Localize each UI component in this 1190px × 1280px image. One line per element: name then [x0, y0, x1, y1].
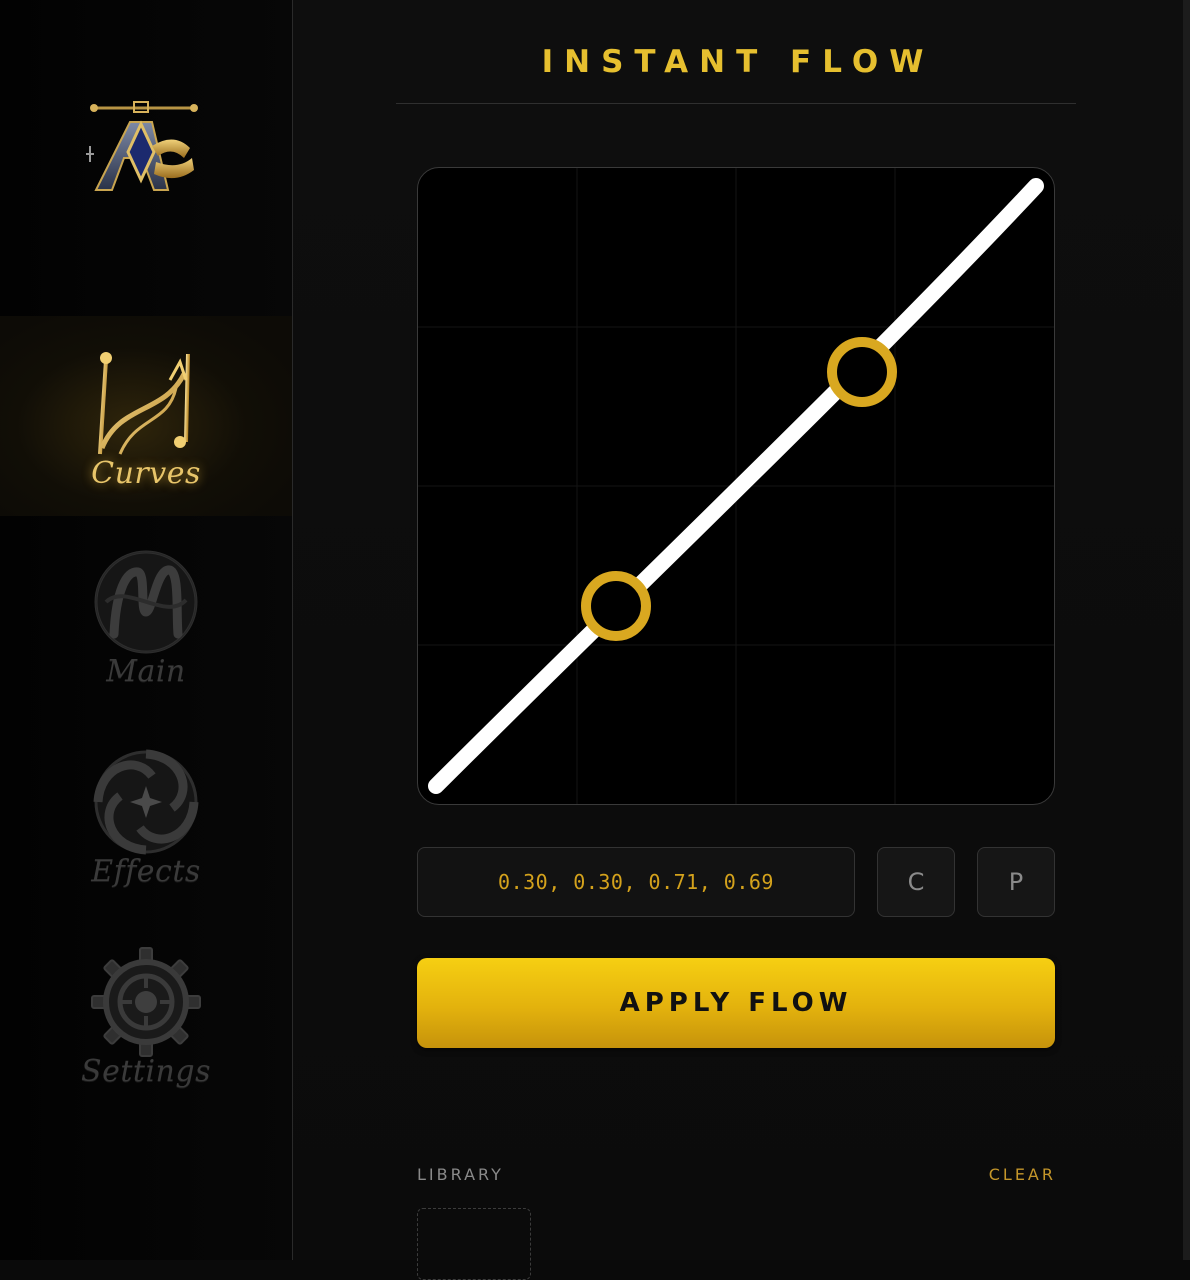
apply-flow-button[interactable]: APPLY FLOW [417, 958, 1055, 1048]
page-title: INSTANT FLOW [541, 44, 935, 80]
bezier-values-field[interactable]: 0.30, 0.30, 0.71, 0.69 [417, 847, 855, 917]
gear-icon [91, 947, 201, 1057]
main-monogram-icon [94, 550, 198, 654]
curve-editor[interactable] [417, 167, 1055, 805]
control-point-1-handle[interactable] [581, 571, 651, 641]
app-logo [86, 101, 198, 191]
effects-swirl-icon [93, 749, 199, 855]
sidebar-item-label: Settings [81, 1054, 211, 1089]
sidebar-item-label: Effects [91, 854, 201, 889]
sidebar-item-curves[interactable]: Curves [0, 316, 292, 516]
sidebar-item-settings[interactable]: Settings [0, 914, 292, 1114]
sidebar-item-label: Curves [91, 456, 201, 491]
sidebar-item-main[interactable]: Main [0, 514, 292, 714]
curve-graph[interactable] [418, 168, 1054, 804]
sidebar: Curves Main Effects Settings [0, 0, 293, 1260]
curves-icon [98, 352, 190, 455]
title-divider [396, 103, 1076, 104]
library-label: LIBRARY [417, 1165, 504, 1184]
control-point-2-handle[interactable] [827, 337, 897, 407]
sidebar-item-effects[interactable]: Effects [0, 714, 292, 914]
library-empty-slot[interactable] [417, 1208, 531, 1280]
scrollbar-track[interactable] [1183, 0, 1190, 1260]
paste-button[interactable]: P [977, 847, 1055, 917]
main-panel: INSTANT FLOW 0.30, 0.30, 0.71, 0.69 C P … [293, 0, 1183, 1280]
sidebar-item-label: Main [106, 654, 186, 689]
clear-library-button[interactable]: CLEAR [989, 1165, 1056, 1184]
copy-button[interactable]: C [877, 847, 955, 917]
